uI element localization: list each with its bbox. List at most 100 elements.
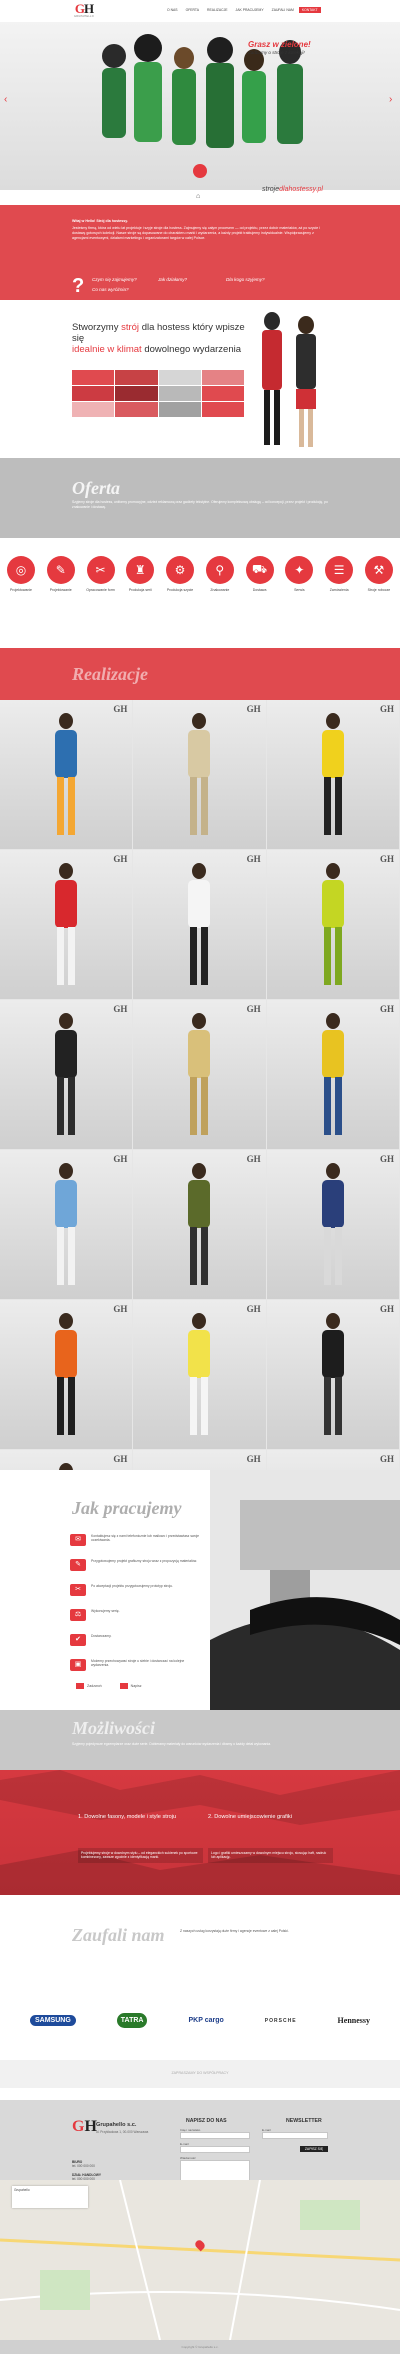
color-swatch[interactable] [115, 402, 158, 417]
tile-watermark: GH [246, 704, 261, 714]
color-swatch[interactable] [72, 386, 115, 401]
tile-hostess-red-racing[interactable]: GH [0, 850, 134, 1000]
offer-icons-section: ◎ Projektowanie ✎ Projektowanie ✂ Opracowanie… [0, 538, 400, 648]
tile-hostess-yellow-pair[interactable]: GH [133, 1300, 267, 1450]
tile-hostess-orange-pair[interactable]: GH [0, 1300, 134, 1450]
color-swatch[interactable] [201, 402, 244, 417]
scissors-icon: ✂ [86, 556, 115, 584]
footer-logo[interactable]: GH [72, 2118, 97, 2136]
phone-icon [76, 1683, 84, 1689]
write-link[interactable]: Napisz [119, 1683, 142, 1689]
tile-hostess-blue-orange[interactable]: GH [0, 700, 134, 850]
offer-item[interactable]: ✦ Serwis [282, 556, 316, 592]
offer-item[interactable]: ⚒ Stroje robocze [362, 556, 396, 592]
nav-kontakt[interactable]: KONTAKT [298, 7, 321, 13]
offer-item[interactable]: ⚙ Produkcja szycie [163, 556, 197, 592]
email-input[interactable] [180, 2146, 250, 2153]
realizacje-title: Realizacje [72, 664, 148, 684]
name-input[interactable] [180, 2132, 250, 2139]
logo[interactable]: GH GRUPAHELLO [72, 2, 96, 20]
nav-zaufali-nam[interactable]: ZAUFALI NAM [269, 7, 297, 13]
tile-hostess-white-black[interactable]: GH [133, 850, 267, 1000]
call-link[interactable]: Zadzwoń [76, 1683, 102, 1689]
tile-figure [321, 713, 344, 835]
possibility-2-text: Logo i grafiki umieszczamy w dowolnym mi… [208, 1848, 333, 1863]
tile-hostess-green-yellow[interactable]: GH [266, 850, 400, 1000]
offer-label: Produkcja serii [128, 588, 152, 592]
offer-label: Projektowanie [10, 588, 32, 592]
tile-watermark: GH [113, 1004, 128, 1014]
offer-item[interactable]: ⛟ Dostawa [243, 556, 277, 592]
scroll-down-icon[interactable] [193, 164, 207, 178]
offer-icons-row: ◎ Projektowanie ✎ Projektowanie ✂ Opracowanie… [4, 556, 396, 592]
tile-hostess-navy-track[interactable]: GH [266, 1150, 400, 1300]
hero-tagline: Grasz w zielone! Zadbamy o stroje z kole… [248, 40, 320, 55]
nav-jak-pracujemy[interactable]: JAK PRACUJEMY [233, 7, 267, 13]
site-header: GH GRUPAHELLO O NAS OFERTA REALIZACJE JA… [0, 0, 400, 22]
color-swatch[interactable] [158, 402, 201, 417]
check-icon: ✔ [70, 1634, 86, 1646]
tile-hostess-blue-white[interactable]: GH [0, 1150, 134, 1300]
copyright: Copyright © Grupahello s.c. [0, 2340, 400, 2354]
work-step: ⚖ Wykonujemy serię. [70, 1609, 200, 1621]
tile-hostess-black-pair[interactable]: GH [266, 1300, 400, 1450]
mozliwosci-title: Możliwości [72, 1718, 156, 1738]
offer-item[interactable]: ⚲ Znakowanie [203, 556, 237, 592]
nav-oferta[interactable]: OFERTA [183, 7, 202, 13]
pencil-icon: ✎ [46, 556, 75, 584]
tile-hostess-yellow-black[interactable]: GH [266, 700, 400, 850]
question-2[interactable]: Jak działamy? [158, 277, 187, 282]
tailor-title-3: dowolnego wydarzenia [144, 344, 241, 355]
logo-h: H [84, 1, 94, 16]
tile-hostess-olive-tee[interactable]: GH [133, 1150, 267, 1300]
offer-label: Opracowanie form [86, 588, 115, 592]
offer-item[interactable]: ♜ Produkcja serii [123, 556, 157, 592]
color-swatch[interactable] [201, 386, 244, 401]
nav-o-nas[interactable]: O NAS [164, 7, 181, 13]
work-step-text: Możemy przechowywać stroje u siebie i do… [91, 1659, 185, 1668]
color-swatch[interactable] [158, 386, 201, 401]
offer-item[interactable]: ◎ Projektowanie [4, 556, 38, 592]
tile-watermark: GH [113, 854, 128, 864]
tile-hostess-beige-dress[interactable]: GH [133, 700, 267, 850]
offer-label: Produkcja szycie [166, 588, 194, 592]
color-swatch[interactable] [72, 370, 115, 385]
tile-watermark: GH [379, 1454, 394, 1464]
tailor-title-1: Stworzymy [72, 322, 119, 333]
color-swatch[interactable] [115, 386, 158, 401]
color-swatch[interactable] [72, 402, 115, 417]
question-mark-icon: ? [72, 275, 85, 297]
tile-hostess-gold-dress[interactable]: GH [133, 1000, 267, 1150]
pin-icon: ✦ [285, 556, 314, 584]
tile-figure [55, 1013, 78, 1135]
mannequin-icon: ♜ [126, 556, 155, 584]
work-step: ✎ Przygotowujemy projekt graficzny stroju… [70, 1559, 200, 1571]
offer-item[interactable]: ✎ Projektowanie [44, 556, 78, 592]
map[interactable]: Grupahello [0, 2180, 400, 2340]
color-swatch[interactable] [201, 370, 244, 385]
tile-hostess-black-dress[interactable]: GH [0, 1000, 134, 1150]
fabric-icon: ✂ [70, 1584, 86, 1596]
tile-watermark: GH [379, 704, 394, 714]
hero-slider: Grasz w zielone! Zadbamy o stroje z kole… [0, 22, 400, 190]
tile-figure [321, 1163, 344, 1285]
tile-figure [321, 1313, 344, 1435]
question-3[interactable]: Dla kogo szyjemy? [226, 277, 265, 282]
main-nav: O NAS OFERTA REALIZACJE JAK PRACUJEMY ZA… [164, 7, 321, 13]
newsletter-email-input[interactable] [262, 2132, 328, 2139]
offer-item[interactable]: ✂ Opracowanie form [84, 556, 118, 592]
question-1[interactable]: Czym się zajmujemy? [92, 277, 137, 282]
nav-realizacje[interactable]: REALIZACJE [204, 7, 231, 13]
tile-hostess-yellow-uniform[interactable]: GH [266, 1000, 400, 1150]
possibility-card-2: 2. Dowolne umiejscowienie grafiki Logo i… [208, 1814, 333, 1863]
question-4[interactable]: Co nas wyróżnia? [92, 287, 129, 292]
offer-label: Zamówienia [329, 588, 349, 592]
slider-next-arrow-icon[interactable]: › [389, 94, 392, 105]
mozliwosci-body: Szyjemy pojedyncze egzemplarze oraz duże… [72, 1742, 272, 1746]
slider-prev-arrow-icon[interactable]: ‹ [4, 94, 7, 105]
newsletter-button[interactable]: ZAPISZ SIĘ [300, 2146, 328, 2152]
color-swatch[interactable] [158, 370, 201, 385]
color-swatch[interactable] [115, 370, 158, 385]
oferta-section: Oferta Szyjemy stroje dla hostess, unifo… [0, 458, 400, 538]
offer-item[interactable]: ☰ Zamówienia [322, 556, 356, 592]
